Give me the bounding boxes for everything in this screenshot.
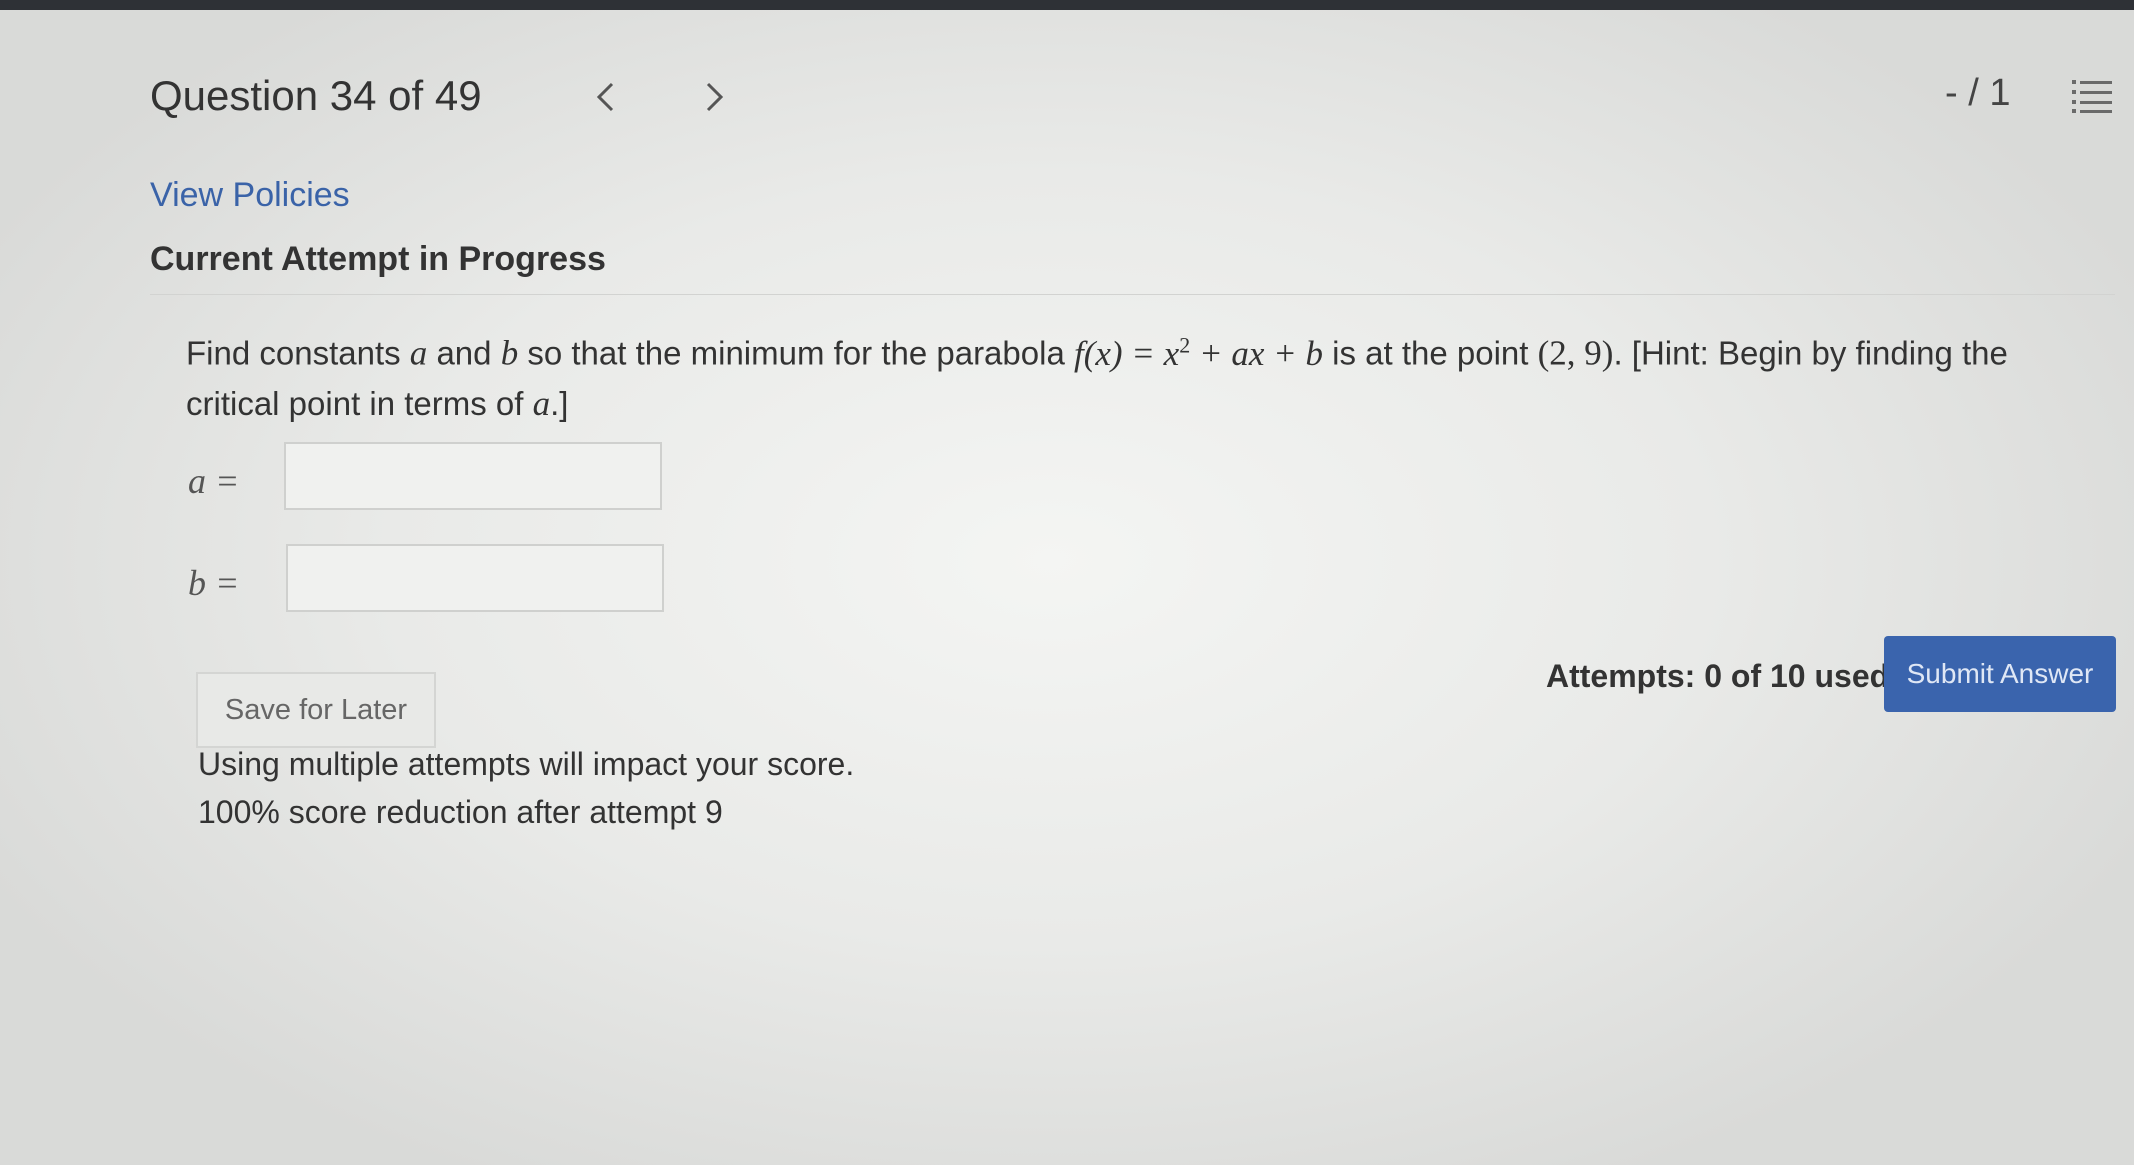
attempts-notice: Using multiple attempts will impact your… (198, 746, 855, 782)
submit-answer-button[interactable]: Submit Answer (1884, 636, 2116, 712)
answer-a-label: a = (188, 461, 240, 501)
answer-b-label: b = (188, 563, 240, 603)
question-prompt: Find constants a and b so that the minim… (186, 320, 2086, 429)
function-exponent: 2 (1179, 332, 1191, 357)
question-page: Question 34 of 49 - / 1 View Policies Cu… (0, 10, 2134, 1165)
prompt-text-6: .] (550, 384, 569, 422)
prompt-text-4: is at the point (1322, 334, 1538, 372)
function-tail: + ax + b (1190, 333, 1323, 373)
chevron-right-icon (706, 82, 724, 112)
question-score: - / 1 (1945, 72, 2011, 114)
question-list-button[interactable] (2070, 76, 2114, 116)
prompt-text-2: and (427, 334, 501, 372)
previous-question-button[interactable] (585, 72, 625, 122)
minimum-point: (2, 9) (1537, 333, 1614, 373)
answer-a-input[interactable] (284, 442, 662, 510)
function-head: f(x) = x (1073, 333, 1180, 373)
save-for-later-button[interactable]: Save for Later (196, 672, 436, 748)
question-counter: Question 34 of 49 (150, 72, 482, 119)
prompt-text-1: Find constants (186, 334, 410, 372)
chevron-left-icon (596, 82, 614, 112)
attempt-status-heading: Current Attempt in Progress (150, 240, 606, 278)
variable-a: a (409, 333, 428, 373)
view-policies-link[interactable]: View Policies (150, 176, 350, 215)
function-expression: f(x) = x2 + ax + b (1073, 332, 1323, 373)
score-reduction-notice: 100% score reduction after attempt 9 (198, 794, 723, 830)
list-icon (2072, 80, 2112, 113)
section-divider (150, 294, 2115, 295)
prompt-text-3: so that the minimum for the parabola (518, 334, 1074, 372)
variable-b: b (500, 333, 519, 373)
variable-a-hint: a (532, 383, 551, 423)
top-bezel-strip (0, 0, 2134, 10)
attempts-counter: Attempts: 0 of 10 used (1546, 658, 1890, 694)
answer-b-input[interactable] (286, 544, 664, 612)
next-question-button[interactable] (695, 72, 735, 122)
